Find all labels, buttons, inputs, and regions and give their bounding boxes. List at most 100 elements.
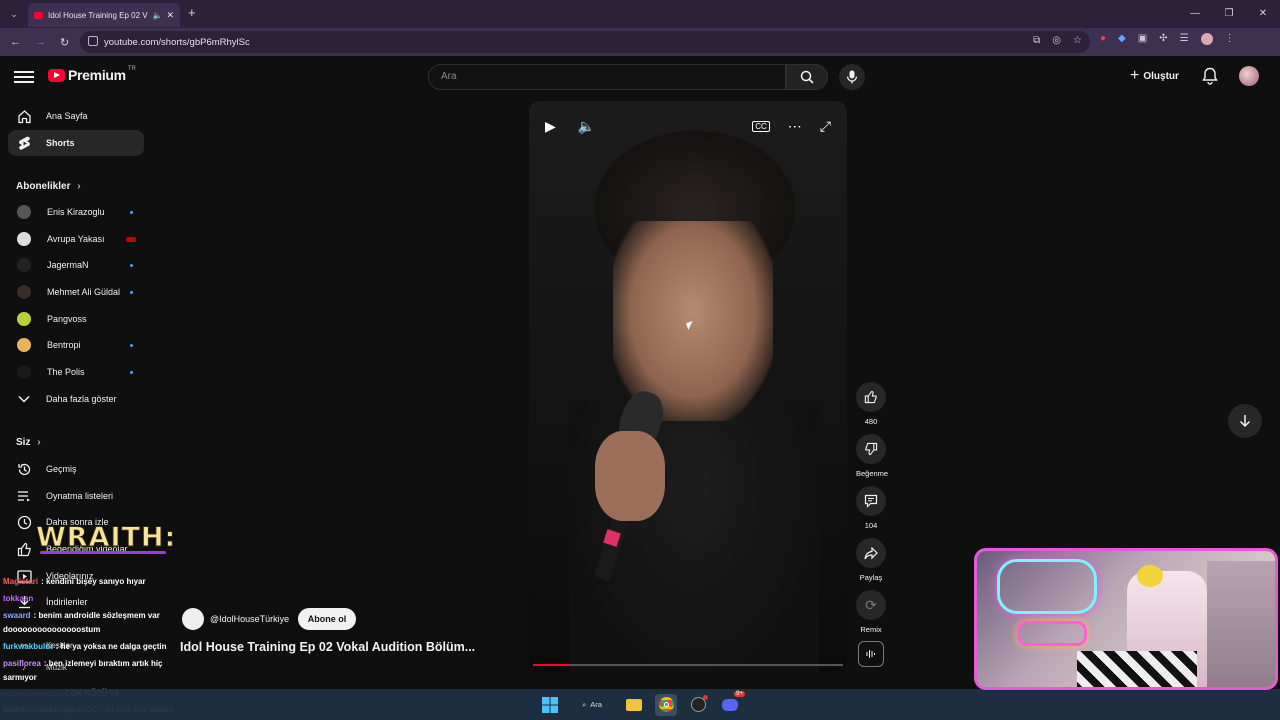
sidebar-subscription-item[interactable]: The Polis xyxy=(8,359,144,385)
extension-red-icon[interactable]: ● xyxy=(1100,33,1106,45)
captions-icon[interactable]: CC xyxy=(752,120,770,132)
tab-audio-icon[interactable]: 🔈 xyxy=(152,11,162,20)
chat-message: pasiflorea: ben izlemeyi bıraktım artık … xyxy=(3,659,163,670)
share-button[interactable]: Paylaş xyxy=(856,538,886,582)
share-icon xyxy=(856,538,886,568)
sidebar-subscription-item[interactable]: Bentropi xyxy=(8,332,144,358)
video-progress-bar[interactable] xyxy=(533,664,843,666)
menu-icon[interactable] xyxy=(14,68,34,84)
account-avatar[interactable] xyxy=(1239,66,1259,86)
search-button[interactable] xyxy=(786,64,828,90)
chat-username: tokkaan xyxy=(3,594,34,603)
site-info-icon[interactable] xyxy=(88,36,98,46)
address-bar[interactable]: youtube.com/shorts/gbP6mRhylSc ⧉ ◎ ☆ xyxy=(80,31,1090,53)
bookmark-star-icon[interactable]: ☆ xyxy=(1073,35,1082,46)
tab-search-icon[interactable]: ⌄ xyxy=(6,6,22,22)
shorts-video-player[interactable]: ▶ 🔈 CC ⋯ ⤢ xyxy=(529,101,847,672)
remix-button[interactable]: ⟳ Remix xyxy=(856,590,886,634)
tab-close-icon[interactable]: ✕ xyxy=(166,10,174,21)
new-content-dot xyxy=(130,343,133,347)
channel-name[interactable]: @IdolHouseTürkiye xyxy=(210,614,289,624)
taskbar-search-button[interactable]: ⌕ Ara xyxy=(571,695,613,715)
extension-box-icon[interactable]: ▣ xyxy=(1138,33,1147,45)
subscription-name: Pangvoss xyxy=(47,314,87,324)
profile-icon[interactable] xyxy=(1200,33,1213,45)
subscribe-button[interactable]: Abone ol xyxy=(298,608,356,630)
audio-wave-icon xyxy=(866,650,875,658)
channel-avatar xyxy=(17,205,31,219)
webcam-frame xyxy=(1017,621,1087,646)
chat-message: furkwakbulut: he ya yoksa ne dalga geçti… xyxy=(3,642,167,653)
home-icon xyxy=(16,108,32,124)
show-more-button[interactable]: Daha fazla göster xyxy=(8,386,144,412)
sidebar-item-history[interactable]: Geçmiş xyxy=(8,456,144,482)
new-content-dot xyxy=(130,210,133,214)
more-options-icon[interactable]: ⋯ xyxy=(788,118,802,135)
voice-search-button[interactable] xyxy=(839,64,865,90)
browser-tab[interactable]: Idol House Training Ep 02 V 🔈 ✕ xyxy=(28,3,180,27)
search-input[interactable]: Ara xyxy=(428,64,786,90)
play-icon[interactable]: ▶ xyxy=(545,118,556,135)
chrome-icon[interactable] xyxy=(655,693,677,716)
channel-avatar xyxy=(17,285,31,299)
plus-icon: + xyxy=(1130,67,1140,84)
steam-icon[interactable] xyxy=(687,694,709,716)
subscription-name: JagermaN xyxy=(47,260,89,270)
browser-menu-icon[interactable]: ⋮ xyxy=(1225,33,1235,45)
sidebar-subscription-item[interactable]: Pangvoss xyxy=(8,306,144,332)
volume-icon[interactable]: 🔈 xyxy=(578,118,595,135)
file-explorer-icon[interactable] xyxy=(623,694,645,716)
new-content-dot xyxy=(130,263,133,267)
sidebar-subscription-item[interactable]: Mehmet Ali Güldal xyxy=(8,279,144,305)
you-heading[interactable]: Siz › xyxy=(16,437,41,448)
extension-blue-icon[interactable]: ◆ xyxy=(1118,33,1126,45)
extensions-puzzle-icon[interactable]: ✣ xyxy=(1159,33,1167,45)
chevron-down-icon xyxy=(16,391,32,407)
history-icon xyxy=(16,461,32,477)
sidebar-item-home[interactable]: Ana Sayfa xyxy=(8,103,144,129)
chat-username: swaard xyxy=(3,611,31,620)
sidebar-item-shorts[interactable]: Shorts xyxy=(8,130,144,156)
video-frame xyxy=(613,221,773,421)
comment-count: 104 xyxy=(864,521,878,530)
sidebar-subscription-item[interactable]: JagermaN xyxy=(8,252,144,278)
discord-icon[interactable]: 9+ xyxy=(719,690,745,716)
sidebar-subscription-item[interactable]: Enis Kirazoglu xyxy=(8,199,144,225)
youtube-favicon-icon xyxy=(34,11,43,19)
webcam-frame xyxy=(997,559,1097,614)
notifications-bell-icon[interactable] xyxy=(1202,67,1220,85)
eye-off-icon[interactable]: ◎ xyxy=(1052,35,1061,46)
forward-icon[interactable]: → xyxy=(35,36,46,49)
cast-icon[interactable]: ⧉ xyxy=(1033,35,1040,46)
subscriptions-heading[interactable]: Abonelikler › xyxy=(16,181,81,192)
close-window-icon[interactable]: ✕ xyxy=(1246,0,1280,28)
sidebar-item-playlists[interactable]: Oynatma listeleri xyxy=(8,483,144,509)
chat-username: pasiflorea xyxy=(3,659,41,668)
create-button[interactable]: + Oluştur xyxy=(1130,66,1179,86)
search-icon: ⌕ xyxy=(582,699,587,709)
short-title[interactable]: Idol House Training Ep 02 Vokal Audition… xyxy=(180,640,475,654)
next-short-button[interactable] xyxy=(1228,404,1262,438)
new-tab-button[interactable]: + xyxy=(188,5,196,20)
like-button[interactable]: 480 xyxy=(856,382,886,426)
windows-start-icon[interactable] xyxy=(539,694,561,716)
comments-button[interactable]: 104 xyxy=(856,486,886,530)
sidebar-subscription-item[interactable]: Avrupa Yakası xyxy=(8,226,144,252)
restore-icon[interactable]: ❐ xyxy=(1212,0,1246,28)
reload-icon[interactable]: ↻ xyxy=(60,36,69,49)
reading-list-icon[interactable]: ☰ xyxy=(1180,33,1189,45)
minimize-icon[interactable]: — xyxy=(1178,0,1212,28)
subscription-name: Enis Kirazoglu xyxy=(47,207,105,217)
youtube-logo[interactable]: Premium TR xyxy=(48,66,136,83)
overlay-bar xyxy=(40,551,166,554)
dislike-button[interactable]: Beğenme xyxy=(856,434,888,478)
back-icon[interactable]: ← xyxy=(10,36,21,49)
chat-text: : kendini bişey sanıyo hıyar xyxy=(41,577,146,586)
fullscreen-icon[interactable]: ⤢ xyxy=(820,118,831,135)
remix-icon: ⟳ xyxy=(856,590,886,620)
chat-message: sarmıyor xyxy=(3,673,37,684)
channel-avatar xyxy=(17,232,31,246)
chat-message: dooooooooooooooostum xyxy=(3,625,100,636)
sound-pivot-button[interactable] xyxy=(858,641,884,667)
channel-avatar[interactable] xyxy=(182,608,204,630)
